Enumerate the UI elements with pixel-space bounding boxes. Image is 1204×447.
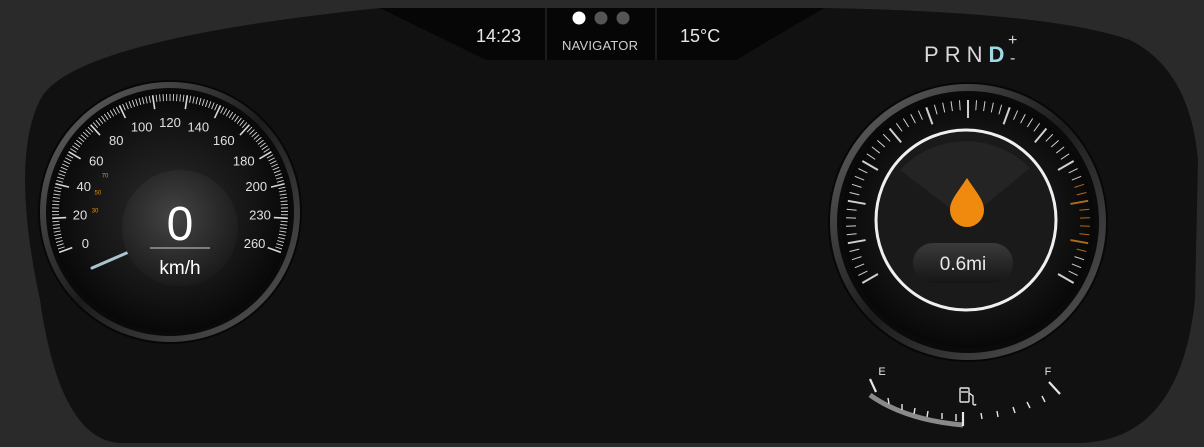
instrument-cluster: 020406080100 120 140160180200230260305070 …	[25, 8, 1198, 443]
range-gauge-tick	[958, 100, 961, 111]
clock: 14:23	[476, 26, 522, 46]
speedometer-scale-label: 160	[213, 133, 235, 148]
range-gauge: 0.6mi	[828, 82, 1108, 362]
fuel-full-label: F	[1045, 366, 1052, 378]
page-dot-3[interactable]	[616, 11, 630, 25]
gear-r: R	[944, 42, 967, 67]
speedometer-scale-label: 120	[159, 115, 181, 130]
speedometer-tick	[52, 216, 67, 220]
outside-temperature: 15°C	[680, 26, 721, 46]
gear-p: P	[924, 42, 945, 67]
speed-value: 0	[167, 198, 194, 251]
fuel-gauge-tick	[926, 410, 929, 418]
page-dot-1[interactable]	[572, 11, 586, 25]
range-value: 0.6mi	[940, 254, 986, 275]
speedometer-scale-label: 200	[245, 179, 267, 194]
speedometer-minor-label: 50	[95, 190, 102, 196]
speedometer-scale-label: 60	[89, 153, 103, 168]
page-dot-2[interactable]	[594, 11, 608, 25]
speedometer-tick	[280, 220, 288, 223]
page-indicator[interactable]	[572, 11, 630, 25]
speedometer-scale-label: 230	[249, 208, 271, 223]
navigator-label[interactable]: NAVIGATOR	[562, 38, 638, 53]
speedometer-scale-label: 100	[131, 120, 153, 135]
speedometer-tick	[159, 94, 161, 102]
speedometer-minor-label: 30	[92, 208, 99, 214]
gear-n: N	[966, 42, 989, 67]
fuel-gauge-tick	[996, 410, 999, 418]
speedometer-scale-label: 180	[233, 153, 255, 168]
speedometer-scale-label: 40	[77, 179, 91, 194]
gear-plus: +	[1008, 32, 1018, 49]
gear-selector: PRND	[924, 42, 1010, 68]
speedometer-tick	[273, 216, 288, 220]
range-gauge-tick	[975, 100, 978, 111]
speedometer-minor-label: 70	[102, 174, 109, 180]
speedometer-tick	[179, 94, 181, 102]
speedometer-scale-label: 80	[109, 133, 123, 148]
speed-unit: km/h	[159, 258, 200, 279]
gear-minus: -	[1010, 50, 1016, 67]
speedometer: 020406080100 120 140160180200230260305070 …	[38, 80, 302, 344]
fuel-gauge-tick	[887, 397, 890, 405]
speedometer-scale-label: 140	[187, 120, 209, 135]
speedometer-scale-label: 260	[244, 236, 266, 251]
speedometer-tick	[52, 220, 60, 223]
speedometer-scale-label: 0	[82, 236, 89, 251]
fuel-gauge-tick	[913, 407, 916, 415]
fuel-gauge-tick	[980, 412, 983, 420]
speedometer-scale-label: 20	[73, 208, 87, 223]
fuel-empty-label: E	[878, 366, 885, 378]
